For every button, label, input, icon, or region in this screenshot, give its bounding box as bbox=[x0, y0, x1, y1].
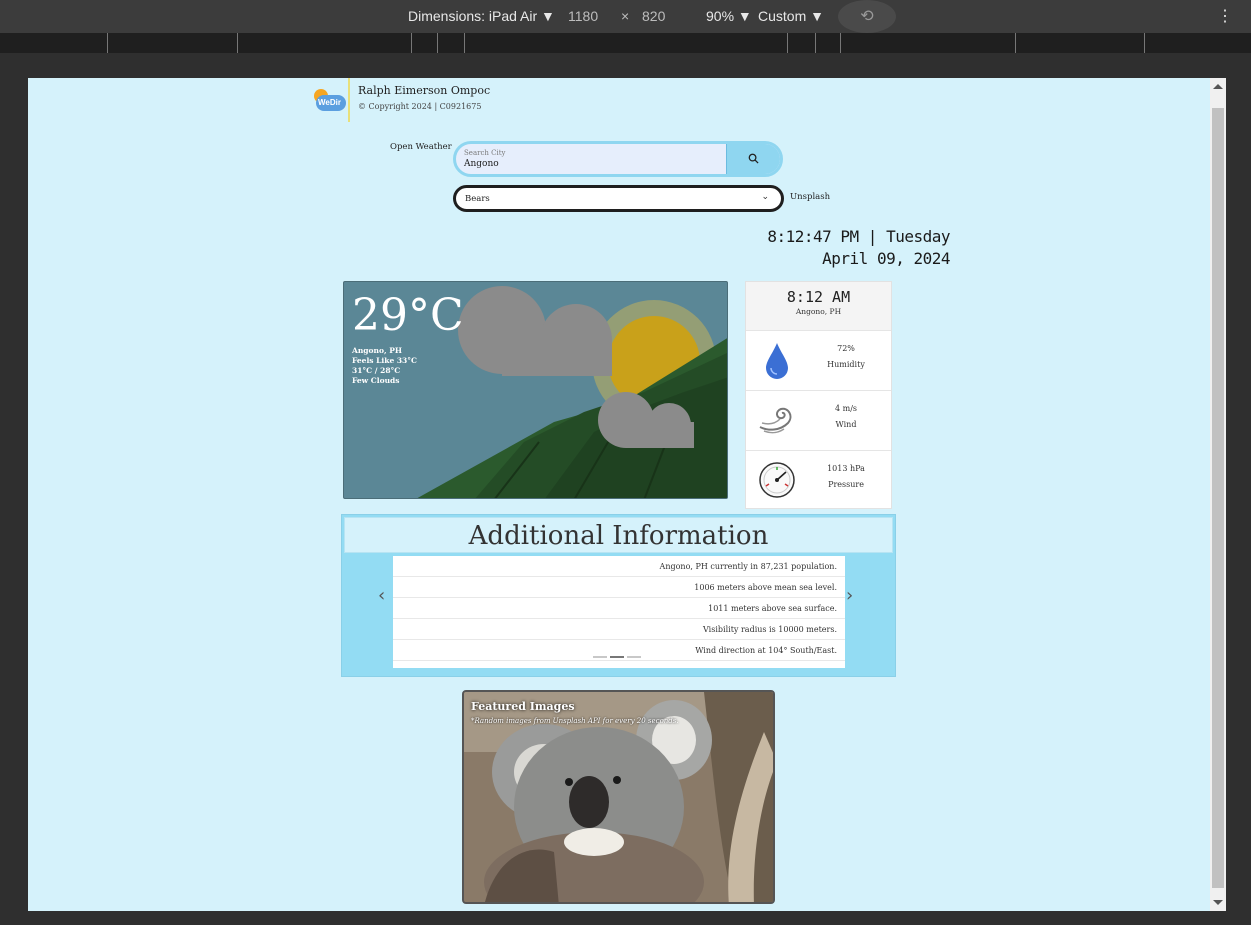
carousel-indicator[interactable] bbox=[627, 656, 641, 658]
local-time: 8:12 AM bbox=[786, 288, 851, 306]
image-provider-label: Unsplash bbox=[790, 192, 831, 202]
page-scrollbar[interactable] bbox=[1210, 78, 1226, 911]
search-button[interactable] bbox=[726, 144, 780, 174]
local-time-panel: 8:12 AM Angono, PH bbox=[746, 282, 891, 330]
weather-location: Angono, PH bbox=[352, 346, 402, 355]
device-dropdown[interactable]: Dimensions: iPad Air ▼ bbox=[408, 8, 555, 24]
page-viewport: WeDir Ralph Eimerson Ompoc © Copyright 2… bbox=[28, 78, 1226, 911]
list-item: 1006 meters above mean sea level. bbox=[393, 577, 845, 598]
more-options-icon[interactable]: ⋮ bbox=[1217, 6, 1233, 26]
device-height-input[interactable]: 820 bbox=[642, 8, 665, 24]
pressure-gauge-icon bbox=[759, 462, 795, 498]
app-logo: WeDir bbox=[312, 87, 346, 113]
media-query-ruler bbox=[0, 33, 1251, 53]
image-category-select[interactable]: Bears ⌄ bbox=[453, 185, 784, 212]
weather-card: 29°C Angono, PH Feels Like 33°C 31°C / 2… bbox=[343, 281, 728, 499]
carousel-indicators bbox=[593, 643, 644, 662]
feels-like: Feels Like 33°C bbox=[352, 356, 417, 365]
additional-info-list: Angono, PH currently in 87,231 populatio… bbox=[393, 556, 845, 668]
pressure-label: Pressure bbox=[828, 480, 864, 489]
author-name: Ralph Eimerson Ompoc bbox=[358, 84, 491, 97]
wind-icon bbox=[759, 407, 792, 434]
humidity-value: 72% bbox=[837, 344, 855, 353]
brand-divider bbox=[348, 78, 350, 122]
scroll-up-icon[interactable] bbox=[1213, 84, 1223, 89]
weather-condition: Few Clouds bbox=[352, 376, 400, 385]
humidity-row: 72% Humidity bbox=[746, 330, 891, 390]
temp-hi-lo: 31°C / 28°C bbox=[352, 366, 401, 375]
copyright-text: © Copyright 2024 | C0921675 bbox=[358, 102, 482, 111]
carousel-prev-button[interactable]: ‹ bbox=[378, 585, 385, 606]
wind-value: 4 m/s bbox=[834, 404, 858, 413]
device-width-input[interactable]: 1180 bbox=[568, 8, 598, 24]
search-floating-label: Search City bbox=[464, 149, 506, 157]
search-value: Angono bbox=[464, 159, 499, 169]
current-temperature: 29°C bbox=[352, 290, 464, 341]
dimension-separator: × bbox=[621, 8, 630, 24]
water-drop-icon bbox=[766, 343, 788, 379]
scrollbar-thumb[interactable] bbox=[1212, 108, 1224, 888]
weather-stats-card: 8:12 AM Angono, PH 72% Humidity 4 m/s Wi… bbox=[745, 281, 892, 509]
rotate-icon[interactable]: ⟲ bbox=[838, 0, 896, 33]
additional-info-title: Additional Information bbox=[344, 517, 893, 553]
local-time-location: Angono, PH bbox=[795, 307, 842, 316]
city-search-input[interactable]: Search City Angono bbox=[464, 147, 724, 173]
wind-label: Wind bbox=[835, 420, 857, 429]
search-icon bbox=[748, 153, 759, 164]
logo-text: WeDir bbox=[318, 98, 341, 107]
scroll-down-icon[interactable] bbox=[1213, 900, 1223, 905]
devtools-toolbar: Dimensions: iPad Air ▼ 1180 × 820 90% ▼ … bbox=[0, 0, 1251, 33]
carousel-indicator-active[interactable] bbox=[610, 656, 624, 658]
featured-image-card: Featured Images *Random images from Unsp… bbox=[462, 690, 775, 904]
city-search-box: Search City Angono bbox=[453, 141, 783, 177]
carousel-next-button[interactable]: › bbox=[846, 585, 853, 606]
carousel-indicator[interactable] bbox=[593, 656, 607, 658]
clock-time-day: 8:12:47 PM | Tuesday bbox=[767, 227, 950, 246]
weather-details: Angono, PH Feels Like 33°C 31°C / 28°C F… bbox=[352, 346, 417, 386]
select-value: Bears bbox=[465, 194, 490, 204]
additional-info-section: Additional Information ‹ Angono, PH curr… bbox=[341, 514, 896, 677]
featured-subtitle: *Random images from Unsplash API for eve… bbox=[471, 717, 679, 725]
pressure-value: 1013 hPa bbox=[827, 464, 865, 473]
weather-provider-label: Open Weather bbox=[390, 142, 452, 152]
featured-title: Featured Images bbox=[471, 700, 575, 713]
wind-row: 4 m/s Wind bbox=[746, 390, 891, 450]
humidity-label: Humidity bbox=[827, 360, 865, 369]
pressure-row: 1013 hPa Pressure bbox=[746, 450, 891, 510]
list-item: 1011 meters above sea surface. bbox=[393, 598, 845, 619]
list-item: Visibility radius is 10000 meters. bbox=[393, 619, 845, 640]
throttle-dropdown[interactable]: Custom ▼ bbox=[758, 8, 824, 24]
clock-date: April 09, 2024 bbox=[822, 249, 950, 268]
list-item: Angono, PH currently in 87,231 populatio… bbox=[393, 556, 845, 577]
chevron-down-icon: ⌄ bbox=[761, 192, 769, 202]
zoom-dropdown[interactable]: 90% ▼ bbox=[706, 8, 752, 24]
